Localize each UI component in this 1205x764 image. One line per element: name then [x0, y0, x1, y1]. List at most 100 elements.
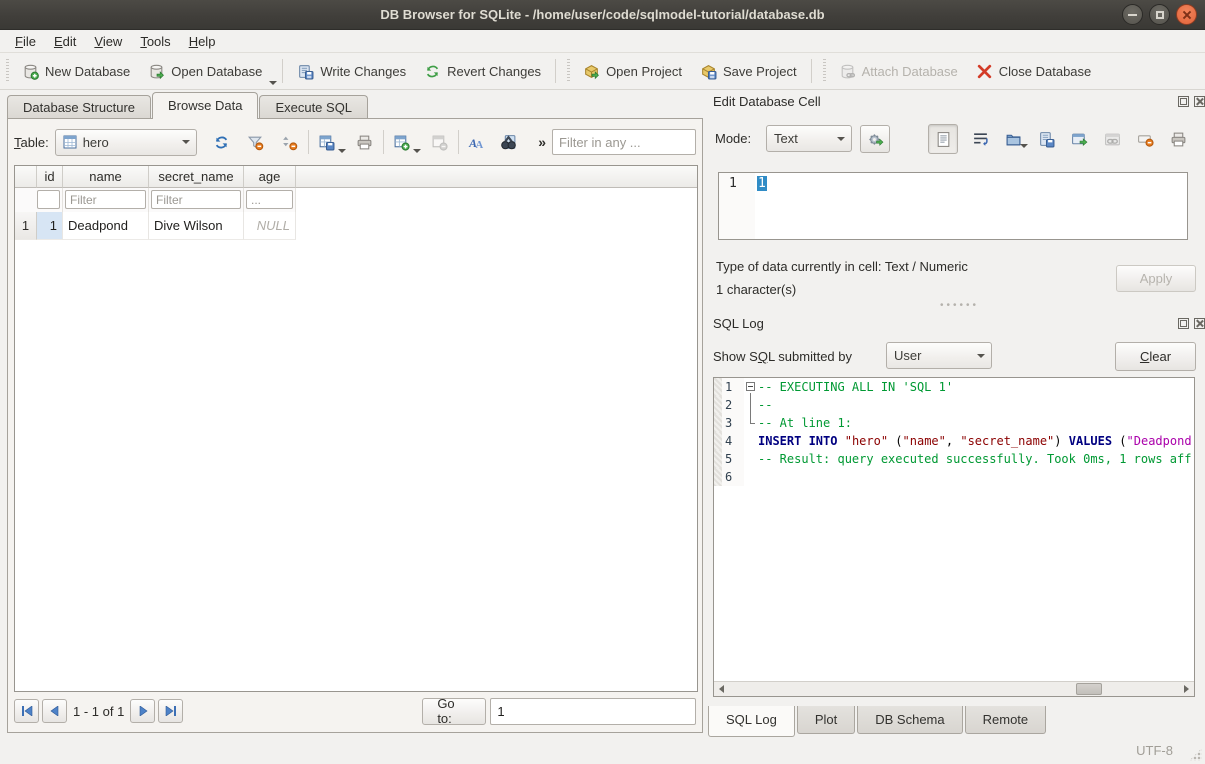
dock-tab-remote[interactable]: Remote — [965, 706, 1047, 734]
filter-input-secret-name[interactable] — [151, 190, 241, 209]
insert-record-button[interactable] — [389, 129, 415, 155]
first-record-button[interactable] — [14, 699, 39, 723]
menu-edit[interactable]: Edit — [45, 32, 85, 51]
text-encoding-button[interactable]: A A — [464, 129, 490, 155]
mode-select[interactable]: Text — [766, 125, 852, 152]
fold-margin[interactable] — [744, 378, 758, 396]
cell-id[interactable]: 1 — [37, 212, 63, 240]
toolbar-drag-handle[interactable] — [567, 59, 570, 83]
clear-filters-button[interactable] — [243, 129, 269, 155]
edit-cell-dock-buttons — [1178, 96, 1205, 107]
menu-tools[interactable]: Tools — [131, 32, 179, 51]
close-database-button[interactable]: Close Database — [967, 57, 1101, 86]
column-header-age[interactable]: age — [244, 166, 296, 188]
previous-record-button[interactable] — [42, 699, 67, 723]
find-in-table-button[interactable] — [496, 129, 522, 155]
dock-float-icon[interactable] — [1178, 96, 1189, 107]
filter-input-name[interactable] — [65, 190, 146, 209]
cell-name[interactable]: Deadpond — [63, 212, 149, 240]
status-bar: UTF-8 — [0, 738, 1205, 764]
minimize-button[interactable] — [1122, 4, 1143, 25]
print-table-button[interactable] — [352, 129, 378, 155]
dock-tab-db-schema[interactable]: DB Schema — [857, 706, 962, 734]
insert-record-dropdown-arrow-icon[interactable] — [413, 149, 421, 153]
dock-close-icon[interactable] — [1194, 96, 1205, 107]
menu-help[interactable]: Help — [180, 32, 225, 51]
row-header[interactable]: 1 — [15, 212, 37, 240]
save-table-dropdown-arrow-icon[interactable] — [338, 149, 346, 153]
toolbar-overflow-button[interactable]: » — [538, 134, 546, 150]
column-header-secret-name[interactable]: secret_name — [149, 166, 244, 188]
editor-margin — [714, 450, 722, 468]
dock-splitter-handle[interactable]: •••••• — [940, 300, 979, 311]
refresh-button[interactable] — [209, 129, 235, 155]
printer-icon — [356, 134, 373, 151]
clear-sorting-icon — [281, 134, 298, 151]
open-database-button[interactable]: Open Database — [139, 57, 271, 86]
dock-tab-sql-log[interactable]: SQL Log — [708, 706, 795, 737]
open-project-button[interactable]: Open Project — [574, 57, 691, 86]
scroll-left-button[interactable] — [714, 682, 729, 696]
scrollbar-track[interactable] — [729, 682, 1179, 696]
set-null-button[interactable] — [1134, 128, 1156, 150]
close-button[interactable] — [1176, 4, 1197, 25]
scrollbar-thumb[interactable] — [1076, 683, 1102, 695]
filter-any-input[interactable] — [552, 129, 696, 155]
toolbar-drag-handle[interactable] — [823, 59, 826, 83]
binoculars-icon — [500, 134, 517, 151]
line-number: 2 — [722, 396, 744, 414]
next-record-button[interactable] — [130, 699, 155, 723]
clear-log-button[interactable]: Clear — [1115, 342, 1196, 371]
dock-float-icon[interactable] — [1178, 318, 1189, 329]
clear-sorting-button[interactable] — [277, 129, 303, 155]
cell-age[interactable]: NULL — [244, 212, 296, 240]
filter-input-id[interactable] — [37, 190, 60, 209]
new-database-button[interactable]: New Database — [13, 57, 139, 86]
fold-margin — [744, 414, 758, 432]
dock-close-icon[interactable] — [1194, 318, 1205, 329]
filter-input-age[interactable] — [246, 190, 293, 209]
grid-corner-header[interactable] — [15, 166, 37, 188]
open-database-dropdown-arrow-icon[interactable] — [269, 81, 277, 85]
goto-button[interactable]: Go to: — [422, 698, 486, 725]
goto-input[interactable] — [490, 698, 696, 725]
menu-file[interactable]: File — [6, 32, 45, 51]
open-in-external-app-button[interactable] — [1068, 128, 1090, 150]
record-navigation: 1 - 1 of 1 Go to: — [14, 697, 696, 725]
maximize-button[interactable] — [1149, 4, 1170, 25]
minimize-icon — [1128, 14, 1137, 16]
sql-log-view[interactable]: 1 -- EXECUTING ALL IN 'SQL 1' 2 -- 3 -- … — [713, 377, 1195, 697]
window-resize-grip[interactable] — [1189, 748, 1202, 761]
write-changes-button[interactable]: Write Changes — [288, 57, 415, 86]
toolbar-drag-handle[interactable] — [6, 59, 9, 83]
fold-collapse-icon[interactable] — [746, 382, 755, 391]
print-cell-button[interactable] — [1167, 128, 1189, 150]
save-project-button[interactable]: Save Project — [691, 57, 806, 86]
last-record-button[interactable] — [158, 699, 183, 723]
tab-database-structure[interactable]: Database Structure — [7, 95, 151, 119]
word-wrap-button[interactable] — [969, 128, 991, 150]
menu-view[interactable]: View — [85, 32, 131, 51]
column-header-name[interactable]: name — [63, 166, 149, 188]
table-select[interactable]: hero — [55, 129, 197, 156]
column-header-id[interactable]: id — [37, 166, 63, 188]
import-dropdown-arrow-icon[interactable] — [1020, 144, 1028, 148]
tab-execute-sql[interactable]: Execute SQL — [259, 95, 368, 119]
set-null-icon — [1137, 131, 1154, 148]
import-cell-data-button[interactable] — [1002, 128, 1024, 150]
dock-tab-plot[interactable]: Plot — [797, 706, 855, 734]
tab-browse-data[interactable]: Browse Data — [152, 92, 258, 119]
refresh-icon — [213, 134, 230, 151]
export-cell-data-button[interactable] — [1035, 128, 1057, 150]
horizontal-scrollbar[interactable] — [714, 681, 1194, 696]
scroll-right-button[interactable] — [1179, 682, 1194, 696]
cell-secret-name[interactable]: Dive Wilson — [149, 212, 244, 240]
save-table-button[interactable] — [314, 129, 340, 155]
line-number: 6 — [722, 468, 744, 486]
auto-switch-mode-button[interactable] — [860, 125, 890, 153]
sql-log-filter-select[interactable]: User — [886, 342, 992, 369]
cell-editor[interactable]: 1 1 — [718, 172, 1188, 240]
revert-changes-button[interactable]: Revert Changes — [415, 57, 550, 86]
title-bar[interactable]: DB Browser for SQLite - /home/user/code/… — [0, 0, 1205, 30]
text-mode-button[interactable] — [928, 124, 958, 154]
